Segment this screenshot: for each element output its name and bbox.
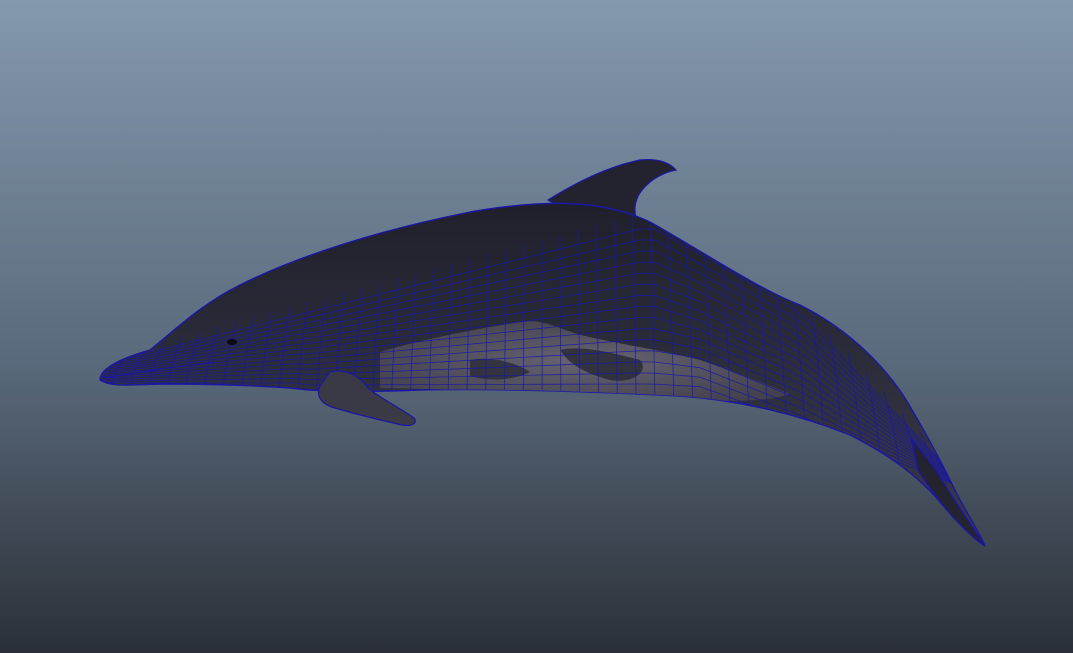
3d-viewport[interactable] (0, 0, 1073, 653)
viewport-canvas[interactable] (0, 0, 1073, 653)
dolphin-eye (227, 339, 237, 345)
